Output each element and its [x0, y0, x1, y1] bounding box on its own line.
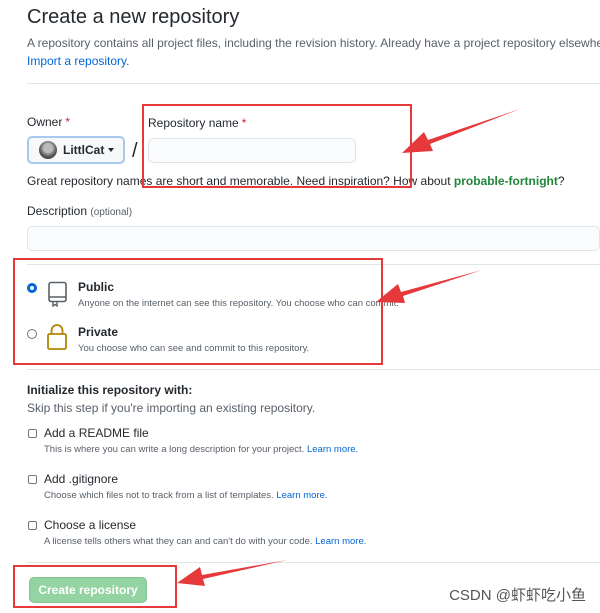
init-subtitle: Skip this step if you're importing an ex…: [27, 401, 316, 415]
owner-label: Owner *: [27, 115, 71, 129]
caret-down-icon: [108, 148, 115, 152]
license-title: Choose a license: [44, 518, 137, 532]
license-checkbox[interactable]: [28, 521, 37, 530]
init-title: Initialize this repository with:: [27, 383, 193, 397]
readme-title: Add a README file: [44, 426, 149, 440]
intro-text: A repository contains all project files,…: [27, 36, 600, 50]
gitignore-title: Add .gitignore: [44, 472, 119, 486]
annotation-box-repo-name: [142, 104, 412, 188]
owner-name: LittlCat: [63, 143, 105, 157]
optional-tag: (optional): [90, 207, 133, 218]
owner-dropdown[interactable]: LittlCat: [27, 136, 125, 164]
annotation-arrow-create: [177, 560, 287, 586]
readme-learn-more-link[interactable]: Learn more.: [307, 444, 358, 455]
divider: [27, 83, 600, 84]
import-repository-link[interactable]: Import a repository.: [27, 54, 129, 68]
owner-repo-separator: /: [132, 140, 138, 162]
divider: [27, 562, 600, 563]
required-mark: *: [65, 115, 71, 129]
readme-checkbox[interactable]: [28, 429, 37, 438]
license-desc: A license tells others what they can and…: [44, 536, 367, 547]
description-input[interactable]: [27, 226, 600, 251]
description-label: Description (optional): [27, 204, 133, 218]
watermark: CSDN @虾虾吃小鱼: [449, 587, 586, 604]
avatar: [39, 141, 57, 159]
gitignore-desc: Choose which files not to track from a l…: [44, 490, 328, 501]
name-suggestion-link[interactable]: probable-fortnight: [454, 174, 558, 188]
annotation-arrow-repo-name: [402, 109, 520, 153]
page-title: Create a new repository: [27, 6, 240, 28]
gitignore-learn-more-link[interactable]: Learn more.: [276, 490, 327, 501]
gitignore-checkbox[interactable]: [28, 475, 37, 484]
license-learn-more-link[interactable]: Learn more.: [315, 536, 366, 547]
annotation-box-create: [13, 565, 177, 608]
divider: [27, 369, 600, 370]
annotation-box-visibility: [13, 258, 383, 365]
readme-desc: This is where you can write a long descr…: [44, 444, 359, 455]
